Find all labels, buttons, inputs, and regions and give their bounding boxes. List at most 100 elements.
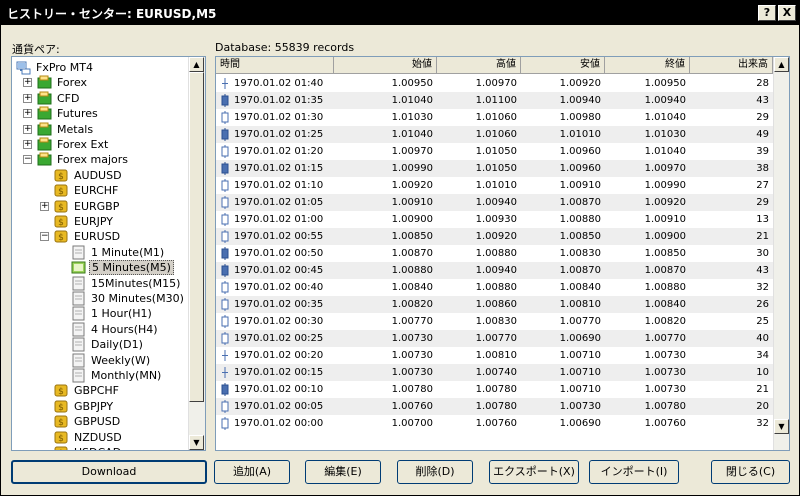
table-cell: 1.00860 xyxy=(475,299,517,310)
title-bar[interactable]: ヒストリー・センター: EURUSD,M5 ? X xyxy=(1,1,799,25)
tree-item[interactable]: $ GBPCHF xyxy=(12,383,188,398)
tree-item[interactable]: $ EURJPY xyxy=(12,214,188,229)
tree-item[interactable]: + Futures xyxy=(12,106,188,121)
tree-scrollbar[interactable]: ▲ ▼ xyxy=(188,57,205,450)
scroll-down-button[interactable]: ▼ xyxy=(189,435,204,450)
table-row[interactable]: 1970.01.02 00:45 1.00880 1.00940 1.00870 1.0… xyxy=(216,262,773,279)
tree-item-label: Metals xyxy=(57,123,94,136)
collapse-icon[interactable]: − xyxy=(23,155,32,164)
expand-icon[interactable]: + xyxy=(23,125,32,134)
symbol-icon: $ xyxy=(54,399,69,414)
collapse-icon[interactable]: − xyxy=(40,232,49,241)
delete-button[interactable]: 削除(D) xyxy=(397,460,473,484)
tree-item[interactable]: $ NZDUSD xyxy=(12,430,188,445)
scroll-up-button[interactable]: ▲ xyxy=(189,57,204,72)
tree-item[interactable]: $ EURCHF xyxy=(12,183,188,198)
table-row[interactable]: 1970.01.02 01:10 1.00920 1.01010 1.00910 1.0… xyxy=(216,177,773,194)
svg-text:$: $ xyxy=(58,403,64,413)
tree-item[interactable]: Monthly(MN) xyxy=(12,368,188,383)
import-button[interactable]: インポート(I) xyxy=(589,460,679,484)
tree-item-label: CFD xyxy=(57,92,80,105)
tree-item[interactable]: − Forex majors xyxy=(12,152,188,167)
close-window-button[interactable]: X xyxy=(778,5,796,21)
tree-item[interactable]: $ GBPJPY xyxy=(12,399,188,414)
table-cell: 1.00880 xyxy=(391,265,433,276)
table-row[interactable]: 1970.01.02 00:20 1.00730 1.00810 1.00710 1.0… xyxy=(216,347,773,364)
table-row[interactable]: 1970.01.02 00:15 1.00730 1.00740 1.00710 1.0… xyxy=(216,364,773,381)
tree-item[interactable]: 4 Hours(H4) xyxy=(12,322,188,337)
table-row[interactable]: 1970.01.02 01:30 1.01030 1.01060 1.00980 1.0… xyxy=(216,109,773,126)
tree-item[interactable]: + Forex xyxy=(12,75,188,90)
table-row[interactable]: 1970.01.02 00:30 1.00770 1.00830 1.00770 1.0… xyxy=(216,313,773,330)
column-header[interactable]: 時間 xyxy=(216,57,334,74)
column-header[interactable]: 出来高 xyxy=(690,57,773,74)
tree-item[interactable]: + CFD xyxy=(12,91,188,106)
grid-scroll-up-button[interactable]: ▲ xyxy=(774,57,789,72)
expand-icon[interactable]: + xyxy=(23,140,32,149)
tree-item[interactable]: − $ EURUSD xyxy=(12,229,188,244)
table-row[interactable]: 1970.01.02 01:25 1.01040 1.01060 1.01010 1.0… xyxy=(216,126,773,143)
column-header[interactable]: 安値 xyxy=(521,57,605,74)
export-button[interactable]: エクスポート(X) xyxy=(489,460,579,484)
table-row[interactable]: 1970.01.02 01:15 1.00990 1.01050 1.00960 1.0… xyxy=(216,160,773,177)
tree-item-label: EURUSD xyxy=(74,230,121,243)
tree-item[interactable]: 30 Minutes(M30) xyxy=(12,291,188,306)
column-header[interactable]: 終値 xyxy=(605,57,690,74)
expand-icon[interactable]: + xyxy=(23,78,32,87)
table-row[interactable]: 1970.01.02 00:00 1.00700 1.00760 1.00690 1.0… xyxy=(216,415,773,432)
table-row[interactable]: 1970.01.02 01:40 1.00950 1.00970 1.00920 1.0… xyxy=(216,75,773,92)
table-row[interactable]: 1970.01.02 01:35 1.01040 1.01100 1.00940 1.0… xyxy=(216,92,773,109)
tree-item[interactable]: + $ EURGBP xyxy=(12,199,188,214)
table-row[interactable]: 1970.01.02 00:50 1.00870 1.00880 1.00830 1.0… xyxy=(216,245,773,262)
tree-item[interactable]: FxPro MT4 xyxy=(12,60,188,75)
edit-button[interactable]: 編集(E) xyxy=(305,460,381,484)
table-row[interactable]: 1970.01.02 00:55 1.00850 1.00920 1.00850 1.0… xyxy=(216,228,773,245)
symbols-tree[interactable]: ▲ ▼ FxPro MT4 + Forex + CFD + Futures + Metals + F… xyxy=(11,56,206,451)
expand-icon[interactable]: + xyxy=(23,109,32,118)
scroll-thumb[interactable] xyxy=(189,72,204,402)
symbol-icon: $ xyxy=(54,229,69,244)
history-grid[interactable]: 時間 始値 高値 安値 終値 出来高 ▲ ▼ 1970.01.02 01:40 1.0095… xyxy=(215,56,790,451)
tree-item[interactable]: + Forex Ext xyxy=(12,137,188,152)
table-row[interactable]: 1970.01.02 00:35 1.00820 1.00860 1.00810 1.0… xyxy=(216,296,773,313)
help-button[interactable]: ? xyxy=(758,5,776,21)
expand-icon[interactable]: + xyxy=(40,202,49,211)
tree-item[interactable]: $ USDCAD xyxy=(12,445,188,450)
table-row[interactable]: 1970.01.02 01:05 1.00910 1.00940 1.00870 1.0… xyxy=(216,194,773,211)
table-row[interactable]: 1970.01.02 01:20 1.00970 1.01050 1.00960 1.0… xyxy=(216,143,773,160)
download-button[interactable]: Download xyxy=(11,460,207,484)
close-button[interactable]: 閉じる(C) xyxy=(711,460,790,484)
column-header[interactable]: 高値 xyxy=(437,57,521,74)
expand-icon[interactable]: + xyxy=(23,94,32,103)
table-row[interactable]: 1970.01.02 01:00 1.00900 1.00930 1.00880 1.0… xyxy=(216,211,773,228)
add-button[interactable]: 追加(A) xyxy=(214,460,290,484)
table-cell: 1.00780 xyxy=(644,401,686,412)
table-cell: 1970.01.02 01:15 xyxy=(234,163,324,174)
table-cell: 1.00850 xyxy=(644,248,686,259)
symbol-icon: $ xyxy=(54,183,69,198)
grid-scrollbar[interactable]: ▲ ▼ xyxy=(773,57,789,450)
tree-item[interactable]: 1 Minute(M1) xyxy=(12,245,188,260)
table-cell: 1.00850 xyxy=(391,231,433,242)
tree-item[interactable]: + Metals xyxy=(12,122,188,137)
tree-item[interactable]: $ GBPUSD xyxy=(12,414,188,429)
table-row[interactable]: 1970.01.02 00:40 1.00840 1.00880 1.00840 1.0… xyxy=(216,279,773,296)
table-row[interactable]: 1970.01.02 00:25 1.00730 1.00770 1.00690 1.0… xyxy=(216,330,773,347)
tree-item[interactable]: Weekly(W) xyxy=(12,353,188,368)
column-header[interactable]: 始値 xyxy=(334,57,437,74)
symbol-icon: $ xyxy=(54,168,69,183)
table-row[interactable]: 1970.01.02 00:05 1.00760 1.00780 1.00730 1.0… xyxy=(216,398,773,415)
tree-item[interactable]: 1 Hour(H1) xyxy=(12,306,188,321)
tree-item[interactable]: 5 Minutes(M5) xyxy=(12,260,188,275)
tree-item[interactable]: Daily(D1) xyxy=(12,337,188,352)
tree-item-label: Forex Ext xyxy=(57,138,109,151)
tree-item[interactable]: 15Minutes(M15) xyxy=(12,276,188,291)
tree-item[interactable]: $ AUDUSD xyxy=(12,168,188,183)
table-cell: 1970.01.02 01:20 xyxy=(234,146,324,157)
svg-text:$: $ xyxy=(58,187,64,197)
table-cell: 1.00770 xyxy=(559,316,601,327)
table-row[interactable]: 1970.01.02 00:10 1.00780 1.00780 1.00710 1.0… xyxy=(216,381,773,398)
folder-icon xyxy=(37,106,52,121)
tree-item-label: Daily(D1) xyxy=(91,338,143,351)
grid-scroll-down-button[interactable]: ▼ xyxy=(774,419,789,434)
